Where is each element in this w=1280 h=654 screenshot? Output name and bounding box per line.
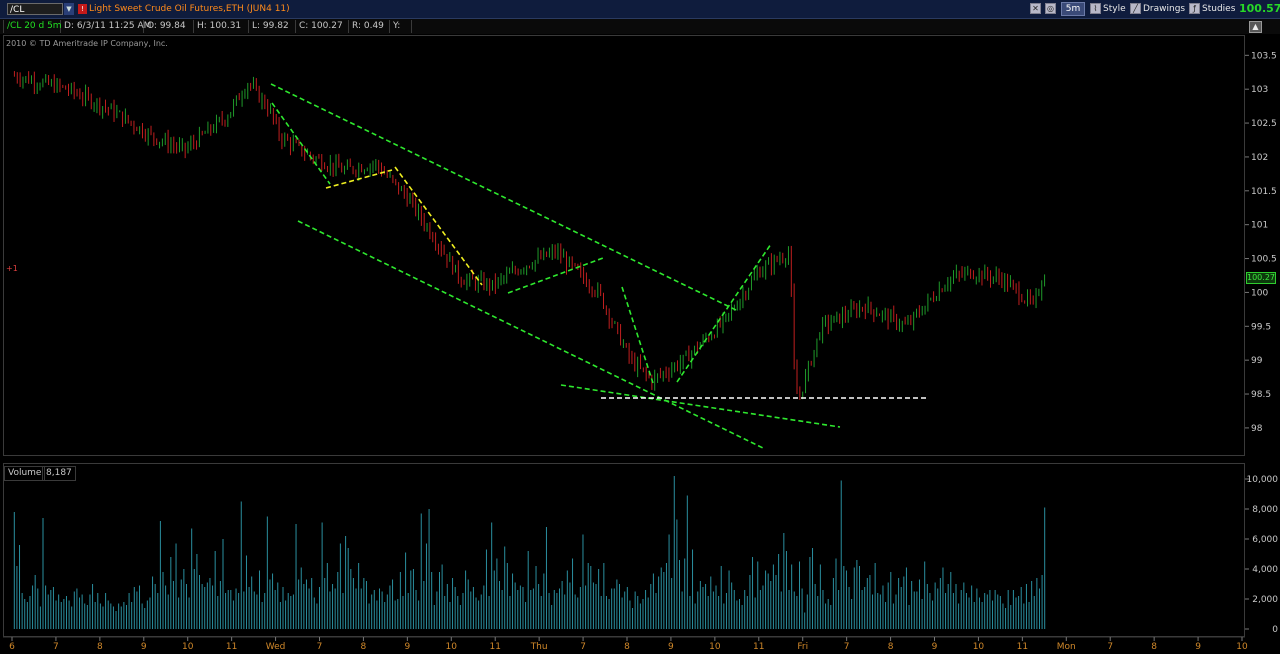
time-axis-label: 6 [9,642,15,652]
volume-axis-label: 6,000 [1252,535,1278,545]
trendline-green [560,384,841,428]
price-axis-label: 103 [1251,85,1268,95]
time-axis-label: Wed [266,642,286,652]
volume-value: 8,187 [42,466,76,481]
time-axis-label: 8 [97,642,103,652]
trendline-green [507,257,604,294]
price-axis-label: 98 [1251,424,1263,434]
time-axis-label: 11 [226,642,237,652]
time-axis-label: 7 [580,642,586,652]
price-axis-label: 101 [1251,221,1268,231]
time-axis-label: 9 [141,642,147,652]
price-axis-label: 102.5 [1251,119,1277,129]
time-axis-label: 11 [489,642,500,652]
time-axis-label: 9 [1195,642,1201,652]
time-axis-label: 11 [753,642,764,652]
price-axis-label: 102 [1251,153,1268,163]
price-axis-label: 99.5 [1251,322,1271,332]
price-axis-label: 99 [1251,356,1263,366]
time-axis-label: 10 [1236,642,1248,652]
time-axis-label: 11 [1017,642,1028,652]
time-axis-label: Thu [530,642,548,652]
time-axis-label: 9 [404,642,410,652]
time-axis-label: 10 [709,642,721,652]
time-axis-label: 7 [1107,642,1113,652]
price-axis-label: 100.5 [1251,255,1277,265]
trendline-green [270,83,739,312]
time-axis-label: 10 [973,642,985,652]
trendline-green [271,102,331,185]
time-axis-label: Mon [1057,642,1076,652]
time-axis-label: 8 [888,642,894,652]
price-axis-label: 100 [1251,288,1268,298]
volume-label: Volume [4,466,46,481]
volume-axis-label: 4,000 [1252,565,1278,575]
trendline-green [676,243,772,383]
current-price-tag: 100.27 [1246,272,1276,284]
time-axis-label: Fri [797,642,808,652]
volume-axis-label: 0 [1272,625,1278,635]
time-axis-label: 7 [53,642,59,652]
trendline-yellow [394,166,483,286]
time-axis-label: 9 [668,642,674,652]
trendline-green [297,220,766,450]
volume-panel [3,463,1245,637]
volume-axis-label: 2,000 [1252,595,1278,605]
time-axis-label: 7 [317,642,323,652]
price-axis-label: 103.5 [1251,51,1277,61]
time-axis-label: 8 [361,642,367,652]
time-axis-label: 7 [844,642,850,652]
volume-axis-label: 10,000 [1247,475,1279,485]
time-axis-label: 8 [1151,642,1157,652]
price-axis-label: 98.5 [1251,390,1271,400]
time-axis-label: 8 [624,642,630,652]
volume-axis-label: 8,000 [1252,505,1278,515]
time-axis-label: 9 [932,642,938,652]
price-axis-label: 101.5 [1251,187,1277,197]
time-axis-label: 10 [446,642,458,652]
time-axis-label: 10 [182,642,194,652]
